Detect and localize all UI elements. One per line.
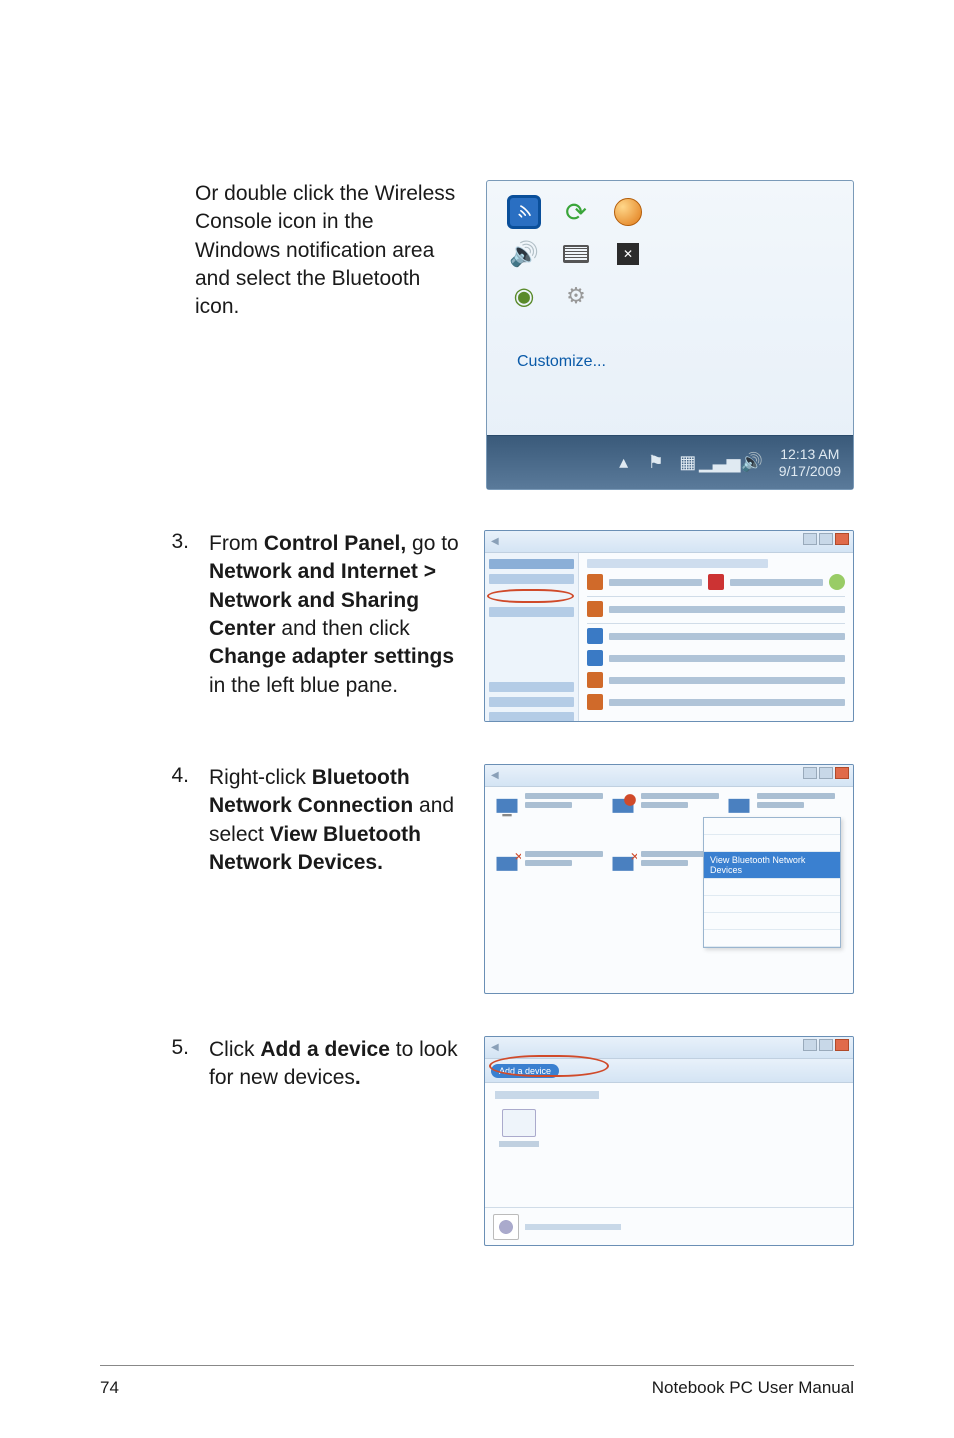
menu-item[interactable] bbox=[704, 896, 840, 913]
tray-date: 9/17/2009 bbox=[779, 463, 841, 480]
change-adapter-settings-highlight bbox=[487, 589, 574, 603]
device-icon[interactable]: ⚙ bbox=[559, 279, 593, 313]
tray-network-icon[interactable]: ▦ bbox=[677, 452, 699, 474]
add-device-highlight bbox=[489, 1055, 609, 1077]
step-5-text: Click Add a device to look for new devic… bbox=[209, 1036, 470, 1246]
tray-time: 12:13 AM bbox=[779, 446, 841, 463]
tray-volume-icon[interactable]: 🔊 bbox=[741, 452, 763, 474]
nav-back-icon[interactable]: ◀ bbox=[491, 1042, 499, 1053]
step-4-number: 4. bbox=[155, 764, 195, 994]
taskbar: ▴ ⚑ ▦ ▁▃▅ 🔊 12:13 AM 9/17/2009 bbox=[487, 435, 853, 489]
keyboard-icon[interactable] bbox=[559, 237, 593, 271]
sync-icon[interactable]: ⟳ bbox=[559, 195, 593, 229]
step-4-text: Right-click Bluetooth Network Connection… bbox=[209, 764, 470, 994]
devices-printers-screenshot: ◀ Add a device bbox=[484, 1036, 854, 1246]
wireless-console-icon[interactable] bbox=[507, 195, 541, 229]
menu-item[interactable] bbox=[704, 879, 840, 896]
context-menu: View Bluetooth Network Devices bbox=[703, 817, 841, 948]
tray-flag-icon[interactable]: ⚑ bbox=[645, 452, 667, 474]
speaker-icon[interactable]: 🔊 bbox=[507, 237, 541, 271]
step-3-number: 3. bbox=[155, 530, 195, 722]
device-info-icon bbox=[493, 1214, 519, 1240]
network-connections-screenshot: ◀ ✕ ✕ View Bluetooth Network Devices bbox=[484, 764, 854, 994]
close-icon[interactable]: ✕ bbox=[611, 237, 645, 271]
tray-signal-icon[interactable]: ▁▃▅ bbox=[709, 452, 731, 474]
tray-clock[interactable]: 12:13 AM 9/17/2009 bbox=[779, 446, 841, 480]
customize-link[interactable]: Customize... bbox=[509, 349, 614, 375]
step-5-number: 5. bbox=[155, 1036, 195, 1246]
svg-text:✕: ✕ bbox=[514, 851, 521, 863]
nav-back-icon[interactable]: ◀ bbox=[491, 770, 499, 781]
manual-title: Notebook PC User Manual bbox=[652, 1378, 854, 1398]
menu-item[interactable] bbox=[704, 913, 840, 930]
step-3-text: From Control Panel, go to Network and In… bbox=[209, 530, 470, 722]
tray-chevron-icon[interactable]: ▴ bbox=[613, 452, 635, 474]
network-sharing-center-screenshot: ◀ bbox=[484, 530, 854, 722]
intro-paragraph: Or double click the Wireless Console ico… bbox=[155, 180, 464, 490]
menu-item[interactable] bbox=[704, 930, 840, 947]
menu-item[interactable] bbox=[704, 835, 840, 852]
menu-item[interactable] bbox=[704, 818, 840, 835]
page-number: 74 bbox=[100, 1378, 119, 1398]
device-item[interactable] bbox=[499, 1109, 539, 1159]
menu-item-view-bluetooth-devices[interactable]: View Bluetooth Network Devices bbox=[704, 852, 840, 879]
system-tray-panel: ⟳ 🔊 ✕ ◉ ⚙ Customize... ▴ ⚑ ▦ ▁▃▅ bbox=[486, 180, 854, 490]
power-icon[interactable] bbox=[611, 195, 645, 229]
svg-text:✕: ✕ bbox=[630, 851, 637, 863]
nav-back-icon[interactable]: ◀ bbox=[491, 536, 499, 547]
disc-icon[interactable]: ◉ bbox=[507, 279, 541, 313]
